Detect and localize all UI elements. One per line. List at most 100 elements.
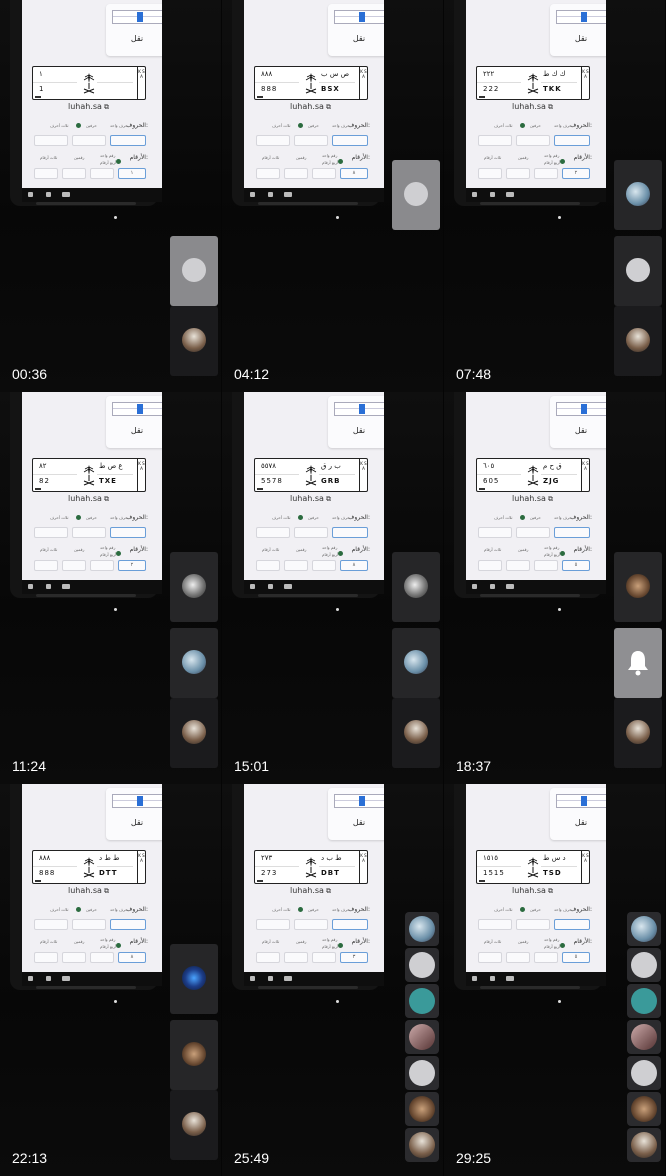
letter-input-1[interactable] [110,919,146,930]
location-icon[interactable] [28,192,33,197]
opt-one-letter[interactable]: حرف واحد [110,907,128,912]
card-icon[interactable] [268,584,273,589]
opt-four-numbers[interactable]: أربع أرقام [322,552,338,557]
opt-four-numbers[interactable]: أربع أرقام [100,160,116,165]
location-icon[interactable] [250,976,255,981]
letter-input-3[interactable] [34,919,68,930]
card-icon[interactable] [46,976,51,981]
panel-input[interactable] [334,794,384,808]
opt-three-letters[interactable]: ثلاث أحرف [50,123,68,128]
number-input-3[interactable] [506,168,530,179]
letter-input-2[interactable] [72,919,106,930]
letter-input-1[interactable] [554,919,590,930]
number-input-1[interactable]: ٨ [340,560,368,571]
letter-input-2[interactable] [516,527,550,538]
letter-input-3[interactable] [256,919,290,930]
card-icon[interactable] [490,976,495,981]
panel-input[interactable] [556,402,606,416]
number-input-1[interactable]: ٣ [340,952,368,963]
opt-three-numbers[interactable]: ثلاث أرقام [484,155,501,160]
opt-three-numbers[interactable]: ثلاث أرقام [262,939,279,944]
letter-input-2[interactable] [294,527,328,538]
number-input-2[interactable] [534,952,558,963]
opt-two-numbers[interactable]: رقمين [296,939,306,944]
letter-input-1[interactable] [554,527,590,538]
car-icon[interactable] [506,976,514,981]
participant-small-tile[interactable] [405,948,439,982]
participant-tile-0[interactable] [392,552,440,622]
opt-three-letters[interactable]: ثلاث أحرف [272,515,290,520]
panel-input[interactable] [556,10,606,24]
participant-tile-0[interactable] [170,236,218,306]
opt-two-numbers[interactable]: رقمين [74,939,84,944]
participant-tile-1[interactable] [170,1020,218,1090]
number-input-3[interactable] [284,560,308,571]
participant-small-tile[interactable] [627,912,661,946]
participant-small-tile[interactable] [627,1020,661,1054]
opt-one-letter[interactable]: حرف واحد [554,123,572,128]
participant-small-tile[interactable] [627,1056,661,1090]
letter-input-1[interactable] [332,135,368,146]
radio-selected[interactable] [338,551,343,556]
opt-three-numbers[interactable]: ثلاث أرقام [40,547,57,552]
opt-one-number[interactable]: رقم واحد [544,937,559,942]
letter-input-3[interactable] [478,919,512,930]
participant-small-tile[interactable] [405,1092,439,1126]
radio-selected[interactable] [338,943,343,948]
car-icon[interactable] [284,192,292,197]
opt-two-letters[interactable]: حرفين [530,515,541,520]
participant-tile-0[interactable] [614,160,662,230]
opt-one-number[interactable]: رقم واحد [100,545,115,550]
card-icon[interactable] [268,192,273,197]
number-input-1[interactable]: ٥ [562,560,590,571]
letter-input-3[interactable] [478,135,512,146]
opt-one-letter[interactable]: حرف واحد [110,123,128,128]
letter-input-3[interactable] [34,135,68,146]
opt-three-numbers[interactable]: ثلاث أرقام [262,547,279,552]
opt-four-numbers[interactable]: أربع أرقام [544,160,560,165]
letter-input-2[interactable] [72,527,106,538]
opt-two-letters[interactable]: حرفين [86,123,97,128]
location-icon[interactable] [472,976,477,981]
opt-two-letters[interactable]: حرفين [308,907,319,912]
letter-input-1[interactable] [554,135,590,146]
participant-small-tile[interactable] [627,948,661,982]
opt-one-number[interactable]: رقم واحد [322,937,337,942]
car-icon[interactable] [506,192,514,197]
opt-one-number[interactable]: رقم واحد [100,153,115,158]
radio-selected[interactable] [76,907,81,912]
radio-selected[interactable] [338,159,343,164]
letter-input-1[interactable] [110,527,146,538]
card-icon[interactable] [490,192,495,197]
letter-input-1[interactable] [332,919,368,930]
participant-small-tile[interactable] [405,984,439,1018]
number-input-1[interactable]: ٥ [562,952,590,963]
opt-one-letter[interactable]: حرف واحد [332,907,350,912]
opt-two-numbers[interactable]: رقمين [518,547,528,552]
opt-two-letters[interactable]: حرفين [86,515,97,520]
site-link[interactable]: luhah.sa ⧉ [290,494,331,504]
letter-input-2[interactable] [294,135,328,146]
opt-three-letters[interactable]: ثلاث أحرف [50,515,68,520]
location-icon[interactable] [472,584,477,589]
number-input-3[interactable] [506,560,530,571]
number-input-4[interactable] [256,168,280,179]
letter-input-3[interactable] [34,527,68,538]
opt-one-letter[interactable]: حرف واحد [554,515,572,520]
opt-three-letters[interactable]: ثلاث أحرف [494,907,512,912]
panel-input[interactable] [112,10,162,24]
participant-tile-0[interactable] [170,552,218,622]
opt-one-letter[interactable]: حرف واحد [554,907,572,912]
letter-input-3[interactable] [256,135,290,146]
number-input-2[interactable] [534,560,558,571]
opt-two-letters[interactable]: حرفين [86,907,97,912]
card-icon[interactable] [46,192,51,197]
participant-tile-0[interactable] [614,552,662,622]
number-input-4[interactable] [256,952,280,963]
location-icon[interactable] [250,584,255,589]
car-icon[interactable] [62,976,70,981]
panel-input[interactable] [556,794,606,808]
radio-selected[interactable] [560,551,565,556]
radio-selected[interactable] [116,943,121,948]
number-input-2[interactable] [312,560,336,571]
